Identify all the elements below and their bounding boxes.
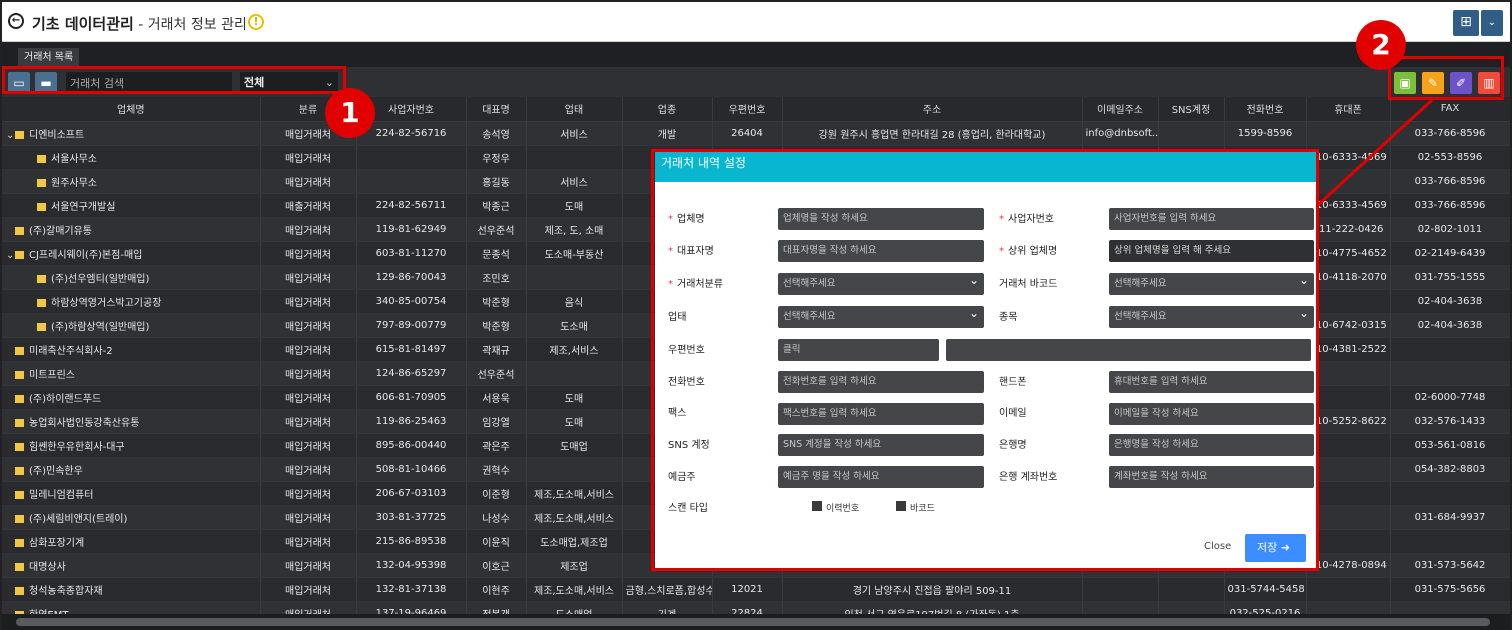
scan-history-label: 이력번호 <box>826 504 860 514</box>
account-label: 은행 계좌번호 <box>999 472 1058 483</box>
mobile-label: 핸드폰 <box>999 377 1027 388</box>
biztype-select[interactable]: 선택해주세요 <box>778 306 984 328</box>
holder-input[interactable]: 예금주 명을 작성 하세요 <box>778 466 984 488</box>
zipcode-input[interactable]: 클릭 <box>778 339 939 361</box>
barcode-label: 거래처 바코드 <box>999 279 1058 290</box>
barcode-select[interactable]: 선택해주세요 <box>1109 273 1314 295</box>
business-name-label: * 업체명 <box>668 214 705 225</box>
fax-input[interactable]: 팩스번호를 입력 하세요 <box>778 403 984 425</box>
ceo-label: * 대표자명 <box>668 246 714 257</box>
callout-badge-1: 1 <box>325 88 375 138</box>
bank-label: 은행명 <box>999 440 1027 451</box>
client-settings-modal: 거래처 내역 설정 * 업체명 업체명을 작성 하세요 * 사업자번호 사업자번호를… <box>655 152 1316 568</box>
ceo-input[interactable]: 대표자명을 작성 하세요 <box>778 240 984 262</box>
email-input[interactable]: 이메일을 작성 하세요 <box>1109 403 1314 425</box>
item-label: 종목 <box>999 312 1018 323</box>
holder-label: 예금주 <box>668 472 696 483</box>
biz-number-label: * 사업자번호 <box>999 214 1054 225</box>
parent-company-label: * 상위 업체명 <box>999 246 1058 257</box>
account-input[interactable]: 계좌번호를 작성 하세요 <box>1109 466 1314 488</box>
bank-input[interactable]: 은행명을 작성 하세요 <box>1109 434 1314 456</box>
mobile-input[interactable]: 휴대번호를 입력 하세요 <box>1109 371 1314 393</box>
scan-history-checkbox[interactable] <box>812 501 822 511</box>
item-select[interactable]: 선택해주세요 <box>1109 306 1314 328</box>
fax-label: 팩스 <box>668 408 687 419</box>
zipcode-label: 우편번호 <box>668 345 705 356</box>
scan-barcode-label: 바코드 <box>910 504 935 514</box>
phone-label: 전화번호 <box>668 377 705 388</box>
close-button[interactable]: Close <box>1204 541 1231 552</box>
biz-number-input[interactable]: 사업자번호를 입력 하세요 <box>1109 208 1314 230</box>
email-label: 이메일 <box>999 408 1027 419</box>
scan-barcode-checkbox[interactable] <box>896 501 906 511</box>
sns-input[interactable]: SNS 계정을 작성 하세요 <box>778 434 984 456</box>
save-button[interactable]: 저장 ➜ <box>1245 534 1306 562</box>
biztype-label: 업태 <box>668 312 687 323</box>
callout-badge-2: 2 <box>1356 20 1406 70</box>
parent-company-input[interactable]: 상위 업체명을 입력 해 주세요 <box>1109 240 1314 262</box>
sns-label: SNS 계정 <box>668 440 710 451</box>
phone-input[interactable]: 전화번호를 입력 하세요 <box>778 371 984 393</box>
address-input[interactable] <box>946 339 1311 361</box>
scan-type-label: 스캔 타입 <box>668 503 708 514</box>
business-name-input[interactable]: 업체명을 작성 하세요 <box>778 208 984 230</box>
category-label: * 거래처분류 <box>668 279 723 290</box>
modal-title: 거래처 내역 설정 <box>655 152 1316 182</box>
arrow-right-icon: ➜ <box>1280 541 1290 554</box>
category-select[interactable]: 선택해주세요 <box>778 273 984 295</box>
